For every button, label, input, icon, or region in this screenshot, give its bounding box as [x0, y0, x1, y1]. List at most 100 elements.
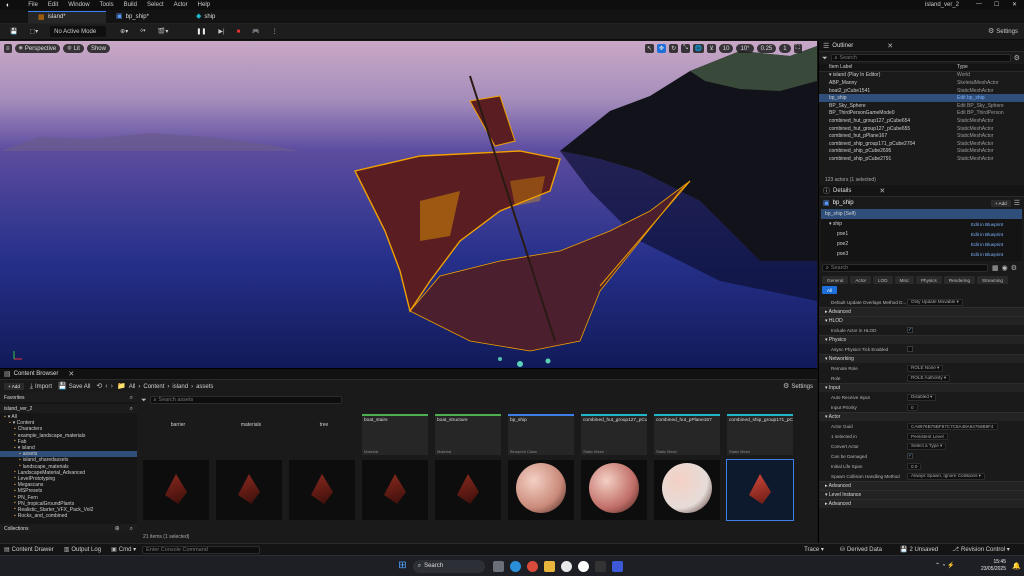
content-drawer-button[interactable]: ▤ Content Drawer [4, 547, 54, 553]
breadcrumb-island[interactable]: island [172, 384, 188, 390]
import-button[interactable]: Import [35, 384, 52, 390]
edit-in-blueprint-link[interactable]: Edit in Blueprint [971, 222, 1003, 227]
property-value[interactable]: Always Spawn, Ignore Collisions ▾ [907, 472, 985, 480]
asset-tile[interactable]: combined_hut_group127_pCube654 Static Mes… [581, 407, 647, 455]
details-section-header[interactable]: ▸ Advanced [819, 307, 1024, 316]
tab-ship[interactable]: ◆ ship [186, 11, 256, 23]
close-tab-icon[interactable]: ✕ [879, 188, 885, 195]
outliner-row[interactable]: ▾ island (Play In Editor) World [819, 72, 1024, 80]
menu-tools[interactable]: Tools [100, 2, 114, 8]
revision-control-button[interactable]: ⎇ Revision Control ▾ [952, 546, 1010, 554]
tray-icons[interactable]: ⌃ ◔ ⚡ [935, 562, 954, 569]
task-view-icon[interactable] [492, 560, 504, 572]
property-value[interactable]: 0.0 [907, 462, 922, 470]
cmd-dropdown[interactable]: ▣ Cmd ▾ [111, 546, 136, 554]
content-settings-button[interactable]: ⚙ Settings [783, 383, 813, 390]
folder-tree-item[interactable]: ▪ Rocks_and_combined [0, 513, 137, 519]
add-component-button[interactable]: + Add [990, 199, 1011, 207]
close-tab-icon[interactable]: ✕ [887, 43, 893, 50]
output-log-button[interactable]: ▥ Output Log [64, 547, 101, 553]
notification-icon[interactable]: 🔔 [1012, 563, 1021, 570]
col-type[interactable]: Type [957, 64, 1015, 70]
unreal-app-icon[interactable] [560, 560, 572, 572]
property-value[interactable]: Select a Type ▾ [907, 442, 947, 450]
collections-row[interactable]: Collections ⊕ ⌕ [0, 524, 137, 533]
project-row[interactable]: island_ver_2 ⌕ [0, 404, 137, 413]
search-icon[interactable]: ⌕ [130, 526, 133, 532]
property-checkbox[interactable]: ✓ [907, 453, 913, 459]
property-value[interactable]: CA8976B76BF97C7C8A48A64756B8F4 [907, 422, 998, 430]
details-section-header[interactable]: ▾ Level Instance [819, 490, 1024, 499]
store-icon[interactable] [611, 560, 623, 572]
filter-icon[interactable]: ⏷ [141, 397, 147, 404]
pause-icon[interactable]: ❚❚ [192, 26, 210, 37]
mesh-asset-tile[interactable] [143, 460, 209, 520]
maximize-button[interactable]: ☐ [994, 1, 999, 8]
category-tab-physics[interactable]: Physics [915, 276, 942, 284]
category-tab-all[interactable]: All [822, 286, 838, 294]
breadcrumb-content[interactable]: Content [143, 384, 164, 390]
angle-snap-button[interactable]: 10° [736, 44, 754, 53]
surface-snap-icon[interactable]: ⊻ [707, 44, 716, 53]
outliner-row[interactable]: combined_ship_pCube2791 StaticMeshActor [819, 155, 1024, 163]
details-section-header[interactable]: ▾ Input [819, 383, 1024, 392]
outliner-row[interactable]: combined_hut_group127_pCube654 StaticMesh… [819, 117, 1024, 125]
save-all-button[interactable]: Save All [69, 384, 91, 390]
add-button[interactable]: + Add [4, 383, 24, 390]
menu-window[interactable]: Window [68, 2, 89, 8]
outliner-row[interactable]: combined_hut_pPlane167 StaticMeshActor [819, 132, 1024, 140]
details-section-header[interactable]: ▸ Advanced [819, 499, 1024, 508]
trace-button[interactable]: Trace ▾ [804, 546, 824, 553]
outliner-row[interactable]: combined_ship_pCube2695 StaticMeshActor [819, 148, 1024, 156]
details-section-header[interactable]: ▾ HLOD [819, 316, 1024, 325]
menu-file[interactable]: File [28, 2, 38, 8]
save-icon[interactable]: 💾 [6, 26, 21, 37]
gamepad-icon[interactable]: 🎮 [248, 26, 263, 37]
clock[interactable]: 15:45 23/05/2025 [972, 559, 1006, 572]
details-section-header[interactable]: ▾ Networking [819, 354, 1024, 363]
asset-tile[interactable]: boat_structure Material [435, 407, 501, 455]
more-options-icon[interactable]: ⋮ [268, 26, 282, 37]
blueprint-icon[interactable]: ⬨▾ [136, 26, 150, 37]
actor-name[interactable]: bp_ship [833, 200, 854, 206]
tab-island[interactable]: ▦ island* [28, 10, 106, 23]
favorites-row[interactable]: Favorites ⌕ [0, 393, 137, 402]
lit-button[interactable]: ◍ Lit [63, 44, 84, 53]
mesh-asset-tile[interactable] [362, 460, 428, 520]
property-value[interactable]: ROLE None ▾ [907, 364, 944, 372]
breadcrumb-assets[interactable]: assets [196, 384, 213, 390]
component-row[interactable]: poe2 Edit in Blueprint [821, 239, 1022, 249]
select-mode-icon[interactable]: ⬚▾ [25, 26, 42, 37]
select-icon[interactable]: ↖ [645, 44, 655, 53]
add-collection-icon[interactable]: ⊕ [115, 526, 120, 532]
asset-tile[interactable]: bp_ship Blueprint Class [508, 407, 574, 455]
outliner-row[interactable]: boat2_pCube1541 StaticMeshActor [819, 87, 1024, 95]
show-button[interactable]: Show [86, 44, 110, 53]
mesh-asset-tile[interactable] [726, 459, 794, 521]
grid-view-icon[interactable]: ▦ [992, 265, 999, 272]
unsaved-button[interactable]: 💾 2 Unsaved [900, 547, 938, 553]
details-section-header[interactable]: ▾ Physics [819, 335, 1024, 344]
asset-tile[interactable]: combined_ship_group171_pCube2704 Static M… [727, 407, 793, 455]
mesh-asset-tile[interactable] [216, 460, 282, 520]
menu-select[interactable]: Select [147, 2, 164, 8]
rotate-icon[interactable]: ↻ [669, 44, 679, 53]
asset-search-input[interactable]: ⌕ Search assets [149, 396, 342, 404]
derived-data-button[interactable]: ⛁ Derived Data [840, 547, 882, 553]
camera-speed-button[interactable]: 1 [779, 44, 791, 53]
property-value[interactable]: Disabled ▾ [907, 393, 937, 401]
search-icon[interactable]: ⌕ [130, 395, 133, 401]
more-icon[interactable]: ☰ [1014, 200, 1020, 207]
col-item-label[interactable]: Item Label [819, 64, 957, 70]
cinematics-icon[interactable]: 🎬▾ [154, 26, 172, 37]
edit-in-blueprint-link[interactable]: Edit in Blueprint [971, 232, 1003, 237]
category-tab-lod[interactable]: LOD [873, 276, 893, 284]
back-icon[interactable]: ‹ [105, 383, 107, 390]
outliner-row[interactable]: combined_ship_group171_pCube2704 StaticMe… [819, 140, 1024, 148]
console-input[interactable]: Enter Console Command [142, 545, 261, 554]
property-value[interactable]: ROLE Authority ▾ [907, 374, 951, 382]
outliner-search-input[interactable]: ⌕ Search [830, 54, 1011, 62]
mesh-asset-tile[interactable] [435, 460, 501, 520]
taskbar-search[interactable]: ⌕ Search [412, 559, 485, 573]
grid-snap-button[interactable]: 10 [718, 44, 734, 53]
